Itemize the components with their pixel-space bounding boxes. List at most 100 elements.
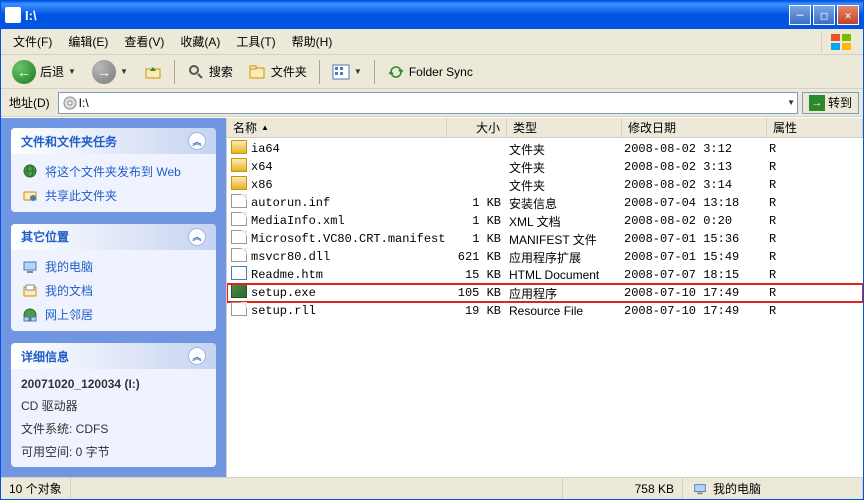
status-location-label: 我的电脑	[713, 480, 761, 497]
file-row[interactable]: setup.exe105 KB应用程序2008-07-10 17:49R	[227, 284, 863, 302]
file-date: 2008-08-02 0:20	[620, 214, 765, 228]
file-size: 1 KB	[445, 232, 505, 246]
globe-icon	[21, 162, 39, 180]
file-icon	[229, 212, 247, 230]
col-date[interactable]: 修改日期	[622, 118, 767, 137]
place-my-documents[interactable]: 我的文档	[21, 282, 206, 300]
menu-edit[interactable]: 编辑(E)	[60, 30, 116, 53]
views-button[interactable]: ▼	[325, 58, 369, 86]
file-type: 文件夹	[505, 177, 620, 194]
menu-file[interactable]: 文件(F)	[5, 30, 60, 53]
file-date: 2008-07-04 13:18	[620, 196, 765, 210]
file-name: x86	[247, 178, 445, 192]
menubar: 文件(F) 编辑(E) 查看(V) 收藏(A) 工具(T) 帮助(H)	[1, 29, 863, 55]
search-button[interactable]: 搜索	[180, 58, 240, 86]
address-input-wrap[interactable]: ▼	[58, 92, 798, 114]
views-icon	[332, 63, 350, 81]
chevron-down-icon: ▼	[120, 67, 128, 76]
file-attr: R	[765, 286, 805, 300]
maximize-button[interactable]: □	[813, 5, 835, 25]
file-size: 1 KB	[445, 196, 505, 210]
chevron-down-icon[interactable]: ▼	[787, 98, 795, 107]
address-label: 地址(D)	[5, 94, 54, 111]
file-type: 文件夹	[505, 141, 620, 158]
file-attr: R	[765, 142, 805, 156]
file-date: 2008-08-02 3:13	[620, 160, 765, 174]
panel-title: 详细信息	[21, 348, 69, 365]
menu-favorites[interactable]: 收藏(A)	[172, 30, 228, 53]
file-row[interactable]: x64文件夹2008-08-02 3:13R	[227, 158, 863, 176]
panel-head-details[interactable]: 详细信息 ︽	[11, 343, 216, 369]
task-share-folder[interactable]: 共享此文件夹	[21, 186, 206, 204]
col-attr[interactable]: 属性	[767, 118, 863, 137]
back-button[interactable]: ← 后退 ▼	[5, 58, 83, 86]
go-label: 转到	[828, 94, 852, 111]
network-icon	[21, 306, 39, 324]
minimize-button[interactable]: ─	[789, 5, 811, 25]
file-name: msvcr80.dll	[247, 250, 445, 264]
address-input[interactable]	[79, 96, 787, 110]
file-type: Resource File	[505, 304, 620, 318]
chevron-up-icon: ︽	[188, 132, 206, 150]
folder-sync-button[interactable]: Folder Sync	[380, 58, 480, 86]
details-volume-name: 20071020_120034 (I:)	[21, 377, 206, 391]
task-publish-web[interactable]: 将这个文件夹发布到 Web	[21, 162, 206, 180]
search-icon	[187, 63, 205, 81]
file-row[interactable]: MediaInfo.xml1 KBXML 文档2008-08-02 0:20R	[227, 212, 863, 230]
search-label: 搜索	[209, 63, 233, 80]
status-size: 758 KB	[563, 478, 683, 499]
file-type: XML 文档	[505, 213, 620, 230]
menu-tools[interactable]: 工具(T)	[228, 30, 283, 53]
place-network[interactable]: 网上邻居	[21, 306, 206, 324]
folders-label: 文件夹	[271, 63, 307, 80]
file-type: 文件夹	[505, 159, 620, 176]
file-row[interactable]: x86文件夹2008-08-02 3:14R	[227, 176, 863, 194]
chevron-up-icon: ︽	[188, 347, 206, 365]
file-row[interactable]: autorun.inf1 KB安装信息2008-07-04 13:18R	[227, 194, 863, 212]
cd-drive-icon	[61, 94, 79, 112]
menu-help[interactable]: 帮助(H)	[284, 30, 341, 53]
file-size: 621 KB	[445, 250, 505, 264]
panel-body: 我的电脑 我的文档 网上邻居	[11, 250, 216, 331]
file-icon	[229, 158, 247, 176]
file-attr: R	[765, 196, 805, 210]
col-name[interactable]: 名称 ▲	[227, 118, 447, 137]
folders-button[interactable]: 文件夹	[242, 58, 314, 86]
sync-label: Folder Sync	[409, 65, 473, 79]
computer-icon	[21, 258, 39, 276]
file-name: x64	[247, 160, 445, 174]
file-date: 2008-08-02 3:12	[620, 142, 765, 156]
menu-view[interactable]: 查看(V)	[116, 30, 172, 53]
file-icon	[229, 284, 247, 302]
file-list[interactable]: ia64文件夹2008-08-02 3:12Rx64文件夹2008-08-02 …	[227, 138, 863, 477]
place-my-computer[interactable]: 我的电脑	[21, 258, 206, 276]
forward-button[interactable]: → ▼	[85, 58, 135, 86]
folder-up-icon	[144, 63, 162, 81]
windows-logo-icon	[821, 31, 859, 53]
file-row[interactable]: msvcr80.dll621 KB应用程序扩展2008-07-01 15:49R	[227, 248, 863, 266]
file-icon	[229, 230, 247, 248]
file-date: 2008-07-10 17:49	[620, 286, 765, 300]
place-label: 我的电脑	[45, 258, 93, 275]
close-button[interactable]: ✕	[837, 5, 859, 25]
go-button[interactable]: → 转到	[802, 92, 859, 114]
file-row[interactable]: setup.rll19 KBResource File2008-07-10 17…	[227, 302, 863, 320]
file-row[interactable]: Readme.htm15 KBHTML Document2008-07-07 1…	[227, 266, 863, 284]
panel-title: 其它位置	[21, 228, 69, 245]
file-icon	[229, 266, 247, 284]
panel-head-file-tasks[interactable]: 文件和文件夹任务 ︽	[11, 128, 216, 154]
col-type[interactable]: 类型	[507, 118, 622, 137]
panel-title: 文件和文件夹任务	[21, 133, 117, 150]
file-icon	[229, 194, 247, 212]
panel-body: 20071020_120034 (I:) CD 驱动器 文件系统: CDFS 可…	[11, 369, 216, 467]
titlebar[interactable]: I:\ ─ □ ✕	[1, 1, 863, 29]
file-type: HTML Document	[505, 268, 620, 282]
file-row[interactable]: ia64文件夹2008-08-02 3:12R	[227, 140, 863, 158]
file-date: 2008-07-01 15:36	[620, 232, 765, 246]
up-button[interactable]	[137, 58, 169, 86]
column-headers: 名称 ▲ 大小 类型 修改日期 属性	[227, 118, 863, 138]
file-row[interactable]: Microsoft.VC80.CRT.manifest1 KBMANIFEST …	[227, 230, 863, 248]
col-size[interactable]: 大小	[447, 118, 507, 137]
file-name: setup.rll	[247, 304, 445, 318]
panel-head-other-places[interactable]: 其它位置 ︽	[11, 224, 216, 250]
